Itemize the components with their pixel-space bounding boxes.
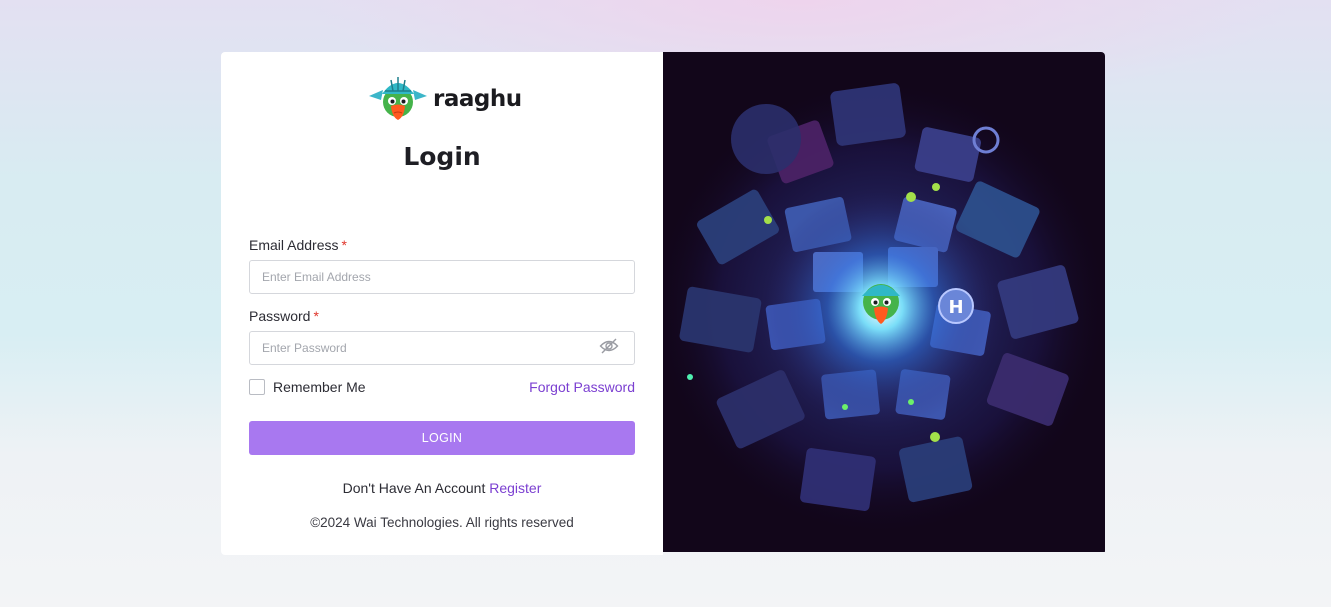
- page-title: Login: [403, 142, 481, 171]
- remember-me-label: Remember Me: [273, 379, 366, 395]
- remember-me-checkbox[interactable]: [249, 379, 265, 395]
- email-field[interactable]: [249, 260, 635, 294]
- required-marker: *: [313, 308, 319, 324]
- password-label: Password *: [249, 308, 319, 324]
- copyright: ©2024 Wai Technologies. All rights reser…: [310, 515, 574, 530]
- register-link[interactable]: Register: [489, 480, 541, 496]
- login-button[interactable]: LOGIN: [249, 421, 635, 455]
- isometric-city-illustration: H: [663, 78, 1105, 538]
- email-label-text: Email Address: [249, 237, 339, 253]
- login-card: raaghu Login Email Address* Password* Re…: [221, 52, 1105, 555]
- svg-text:H: H: [948, 297, 963, 318]
- forgot-password-link[interactable]: Forgot Password: [529, 379, 635, 395]
- password-field[interactable]: [249, 331, 635, 365]
- hero-illustration: H: [663, 52, 1105, 552]
- brand-name: raaghu: [433, 86, 522, 112]
- brand-logo: raaghu: [367, 74, 522, 124]
- register-prompt: Don't Have An Account Register: [221, 480, 663, 496]
- parrot-mascot-icon: [369, 77, 427, 120]
- email-label: Email Address *: [249, 237, 347, 253]
- eye-slash-icon[interactable]: [599, 338, 619, 354]
- password-label-text: Password: [249, 308, 311, 324]
- required-marker: *: [341, 237, 347, 253]
- no-account-text: Don't Have An Account: [342, 480, 486, 496]
- login-panel: raaghu Login Email Address* Password* Re…: [221, 52, 663, 555]
